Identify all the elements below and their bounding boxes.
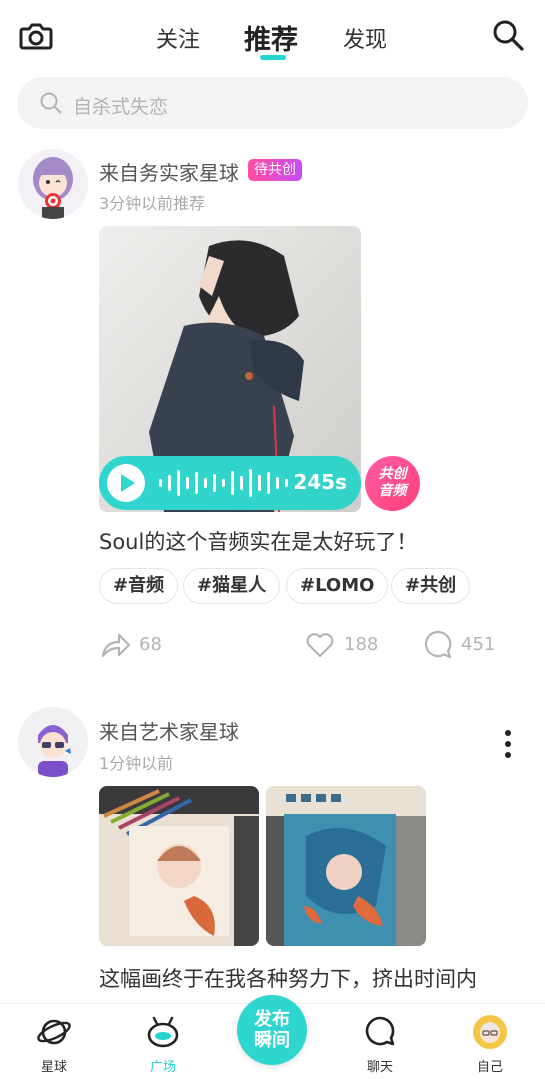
search-icon (40, 92, 62, 114)
post-text: Soul的这个音频实在是太好玩了！ (99, 530, 418, 554)
play-button[interactable] (107, 464, 145, 502)
nav-label: 星球 (40, 1060, 67, 1075)
post-text: 这幅画终于在我各种努力下，挤出时间内 (99, 967, 477, 991)
more-options-icon[interactable] (505, 730, 513, 758)
planet-icon (37, 1019, 71, 1045)
comment-count: 451 (461, 634, 496, 655)
share-icon (101, 633, 131, 658)
share-count: 68 (139, 634, 162, 655)
hashtag[interactable]: #共创 (391, 568, 471, 604)
nav-me[interactable]: 自己 (450, 1004, 530, 1079)
like-count: 188 (344, 634, 379, 655)
top-bar: 关注 推荐 发现 (0, 0, 545, 72)
like-button[interactable]: 188 (304, 628, 384, 660)
post-author[interactable]: 来自务实家星球 (99, 157, 239, 186)
co-create-line2: 音频 (378, 483, 407, 499)
chat-icon (365, 1016, 395, 1046)
comment-icon (424, 630, 452, 659)
hashtag[interactable]: #猫星人 (183, 568, 281, 604)
avatar-illustration (18, 149, 88, 219)
audio-duration: 245s (293, 470, 347, 494)
share-button[interactable]: 68 (99, 628, 169, 660)
tab-discover[interactable]: 发现 (343, 22, 387, 54)
search-placeholder: 自杀式失恋 (73, 96, 169, 118)
co-create-badge: 待共创 (248, 159, 302, 181)
nav-chat[interactable]: 聊天 (340, 1004, 420, 1079)
publish-moment-button[interactable]: 发布 瞬间 (237, 995, 307, 1065)
search-icon[interactable] (491, 18, 525, 52)
post-photo-image (99, 786, 259, 946)
square-icon (147, 1016, 179, 1048)
post-author[interactable]: 来自艺术家星球 (99, 716, 239, 745)
hashtag[interactable]: #音频 (99, 568, 179, 604)
post-time: 3分钟以前推荐 (99, 194, 206, 213)
tab-recommend[interactable]: 推荐 (244, 18, 298, 57)
search-bar[interactable]: 自杀式失恋 (17, 77, 528, 129)
avatar[interactable] (18, 149, 88, 219)
publish-line1: 发布 (254, 1009, 290, 1030)
feed-tabs: 关注 推荐 发现 (150, 14, 395, 64)
nav-square[interactable]: 广场 (123, 1004, 203, 1079)
camera-icon[interactable] (18, 18, 54, 54)
publish-line2: 瞬间 (254, 1030, 290, 1051)
co-create-line1: 共创 (378, 466, 407, 482)
post-photo-image (266, 786, 426, 946)
nav-planet[interactable]: 星球 (14, 1004, 94, 1079)
avatar[interactable] (18, 707, 88, 777)
nav-label: 聊天 (366, 1060, 393, 1075)
comment-button[interactable]: 451 (422, 628, 502, 660)
co-create-audio-button[interactable]: 共创 音频 (365, 456, 420, 511)
post-photo[interactable] (266, 786, 426, 946)
active-tab-indicator (260, 55, 286, 60)
audio-player[interactable]: 245s (99, 456, 361, 510)
heart-icon (306, 633, 334, 658)
profile-avatar-icon (473, 1015, 507, 1049)
post-photo[interactable] (99, 786, 259, 946)
nav-label: 广场 (149, 1060, 176, 1075)
audio-waveform (159, 469, 288, 497)
hashtag[interactable]: #LOMO (286, 568, 389, 604)
tab-follow[interactable]: 关注 (156, 22, 200, 54)
avatar-illustration (18, 707, 88, 777)
nav-label: 自己 (476, 1060, 503, 1075)
post-time: 1分钟以前 (99, 754, 174, 773)
